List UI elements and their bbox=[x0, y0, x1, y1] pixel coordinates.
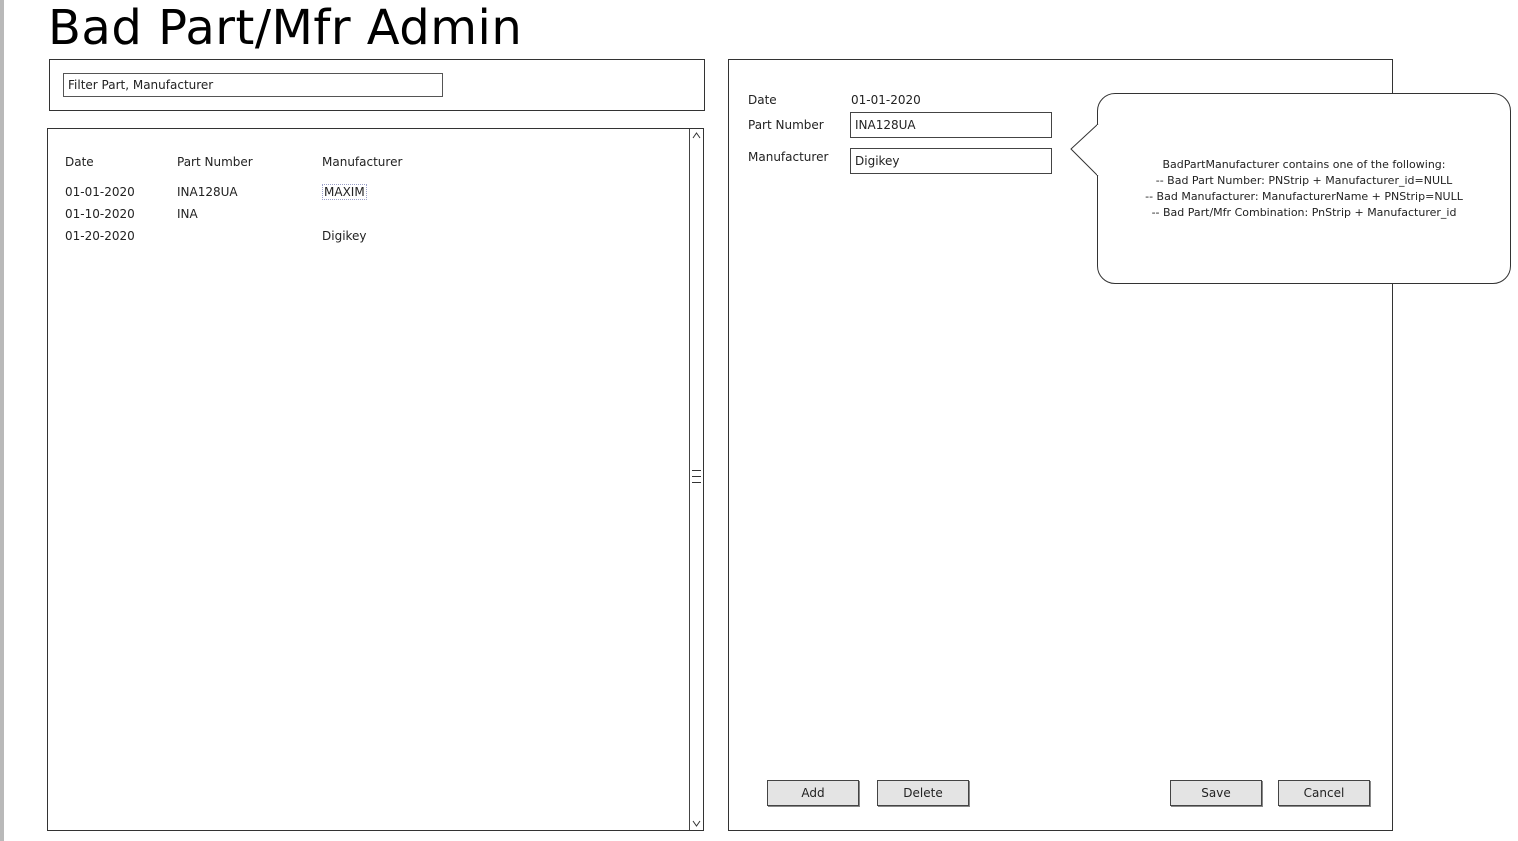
row-part-number: INA128UA bbox=[177, 185, 238, 199]
date-value: 01-01-2020 bbox=[851, 93, 921, 107]
callout-pointer-icon bbox=[1070, 124, 1110, 176]
add-button[interactable]: Add bbox=[767, 780, 859, 806]
date-label: Date bbox=[748, 93, 777, 107]
row-manufacturer: MAXIM bbox=[322, 184, 367, 200]
header-part-number[interactable]: Part Number bbox=[177, 155, 317, 169]
callout-line: BadPartManufacturer contains one of the … bbox=[1162, 158, 1446, 171]
page-title: Bad Part/Mfr Admin bbox=[48, 0, 523, 56]
row-date: 01-01-2020 bbox=[65, 185, 135, 199]
left-window-edge bbox=[0, 0, 4, 841]
callout-line: -- Bad Part Number: PNStrip + Manufactur… bbox=[1155, 174, 1453, 187]
header-manufacturer[interactable]: Manufacturer bbox=[322, 155, 472, 169]
page: Bad Part/Mfr Admin Filter Part, Manufact… bbox=[0, 0, 1518, 841]
header-date[interactable]: Date bbox=[65, 155, 175, 169]
scroll-up-icon[interactable] bbox=[690, 129, 703, 143]
scroll-down-icon[interactable] bbox=[690, 816, 703, 830]
delete-button[interactable]: Delete bbox=[877, 780, 969, 806]
filter-input[interactable]: Filter Part, Manufacturer bbox=[63, 73, 443, 97]
callout-line: -- Bad Part/Mfr Combination: PnStrip + M… bbox=[1151, 206, 1457, 219]
results-list: Date Part Number Manufacturer 01-01-2020… bbox=[47, 128, 704, 831]
manufacturer-label: Manufacturer bbox=[748, 150, 829, 164]
part-number-label: Part Number bbox=[748, 118, 824, 132]
callout-text: BadPartManufacturer contains one of the … bbox=[1098, 157, 1510, 221]
note-callout: BadPartManufacturer contains one of the … bbox=[1097, 93, 1511, 284]
cancel-button[interactable]: Cancel bbox=[1278, 780, 1370, 806]
manufacturer-field[interactable]: Digikey bbox=[850, 148, 1052, 174]
row-part-number: INA bbox=[177, 207, 198, 221]
callout-line: -- Bad Manufacturer: ManufacturerName + … bbox=[1145, 190, 1463, 203]
row-manufacturer-cell: MAXIM bbox=[322, 184, 472, 200]
row-date: 01-10-2020 bbox=[65, 207, 135, 221]
row-date: 01-20-2020 bbox=[65, 229, 135, 243]
part-number-field[interactable]: INA128UA bbox=[850, 112, 1052, 138]
vertical-scrollbar[interactable] bbox=[689, 129, 703, 830]
filter-panel: Filter Part, Manufacturer bbox=[49, 59, 705, 111]
row-manufacturer: Digikey bbox=[322, 229, 367, 243]
scroll-thumb-grip-icon[interactable] bbox=[692, 465, 701, 491]
save-button[interactable]: Save bbox=[1170, 780, 1262, 806]
